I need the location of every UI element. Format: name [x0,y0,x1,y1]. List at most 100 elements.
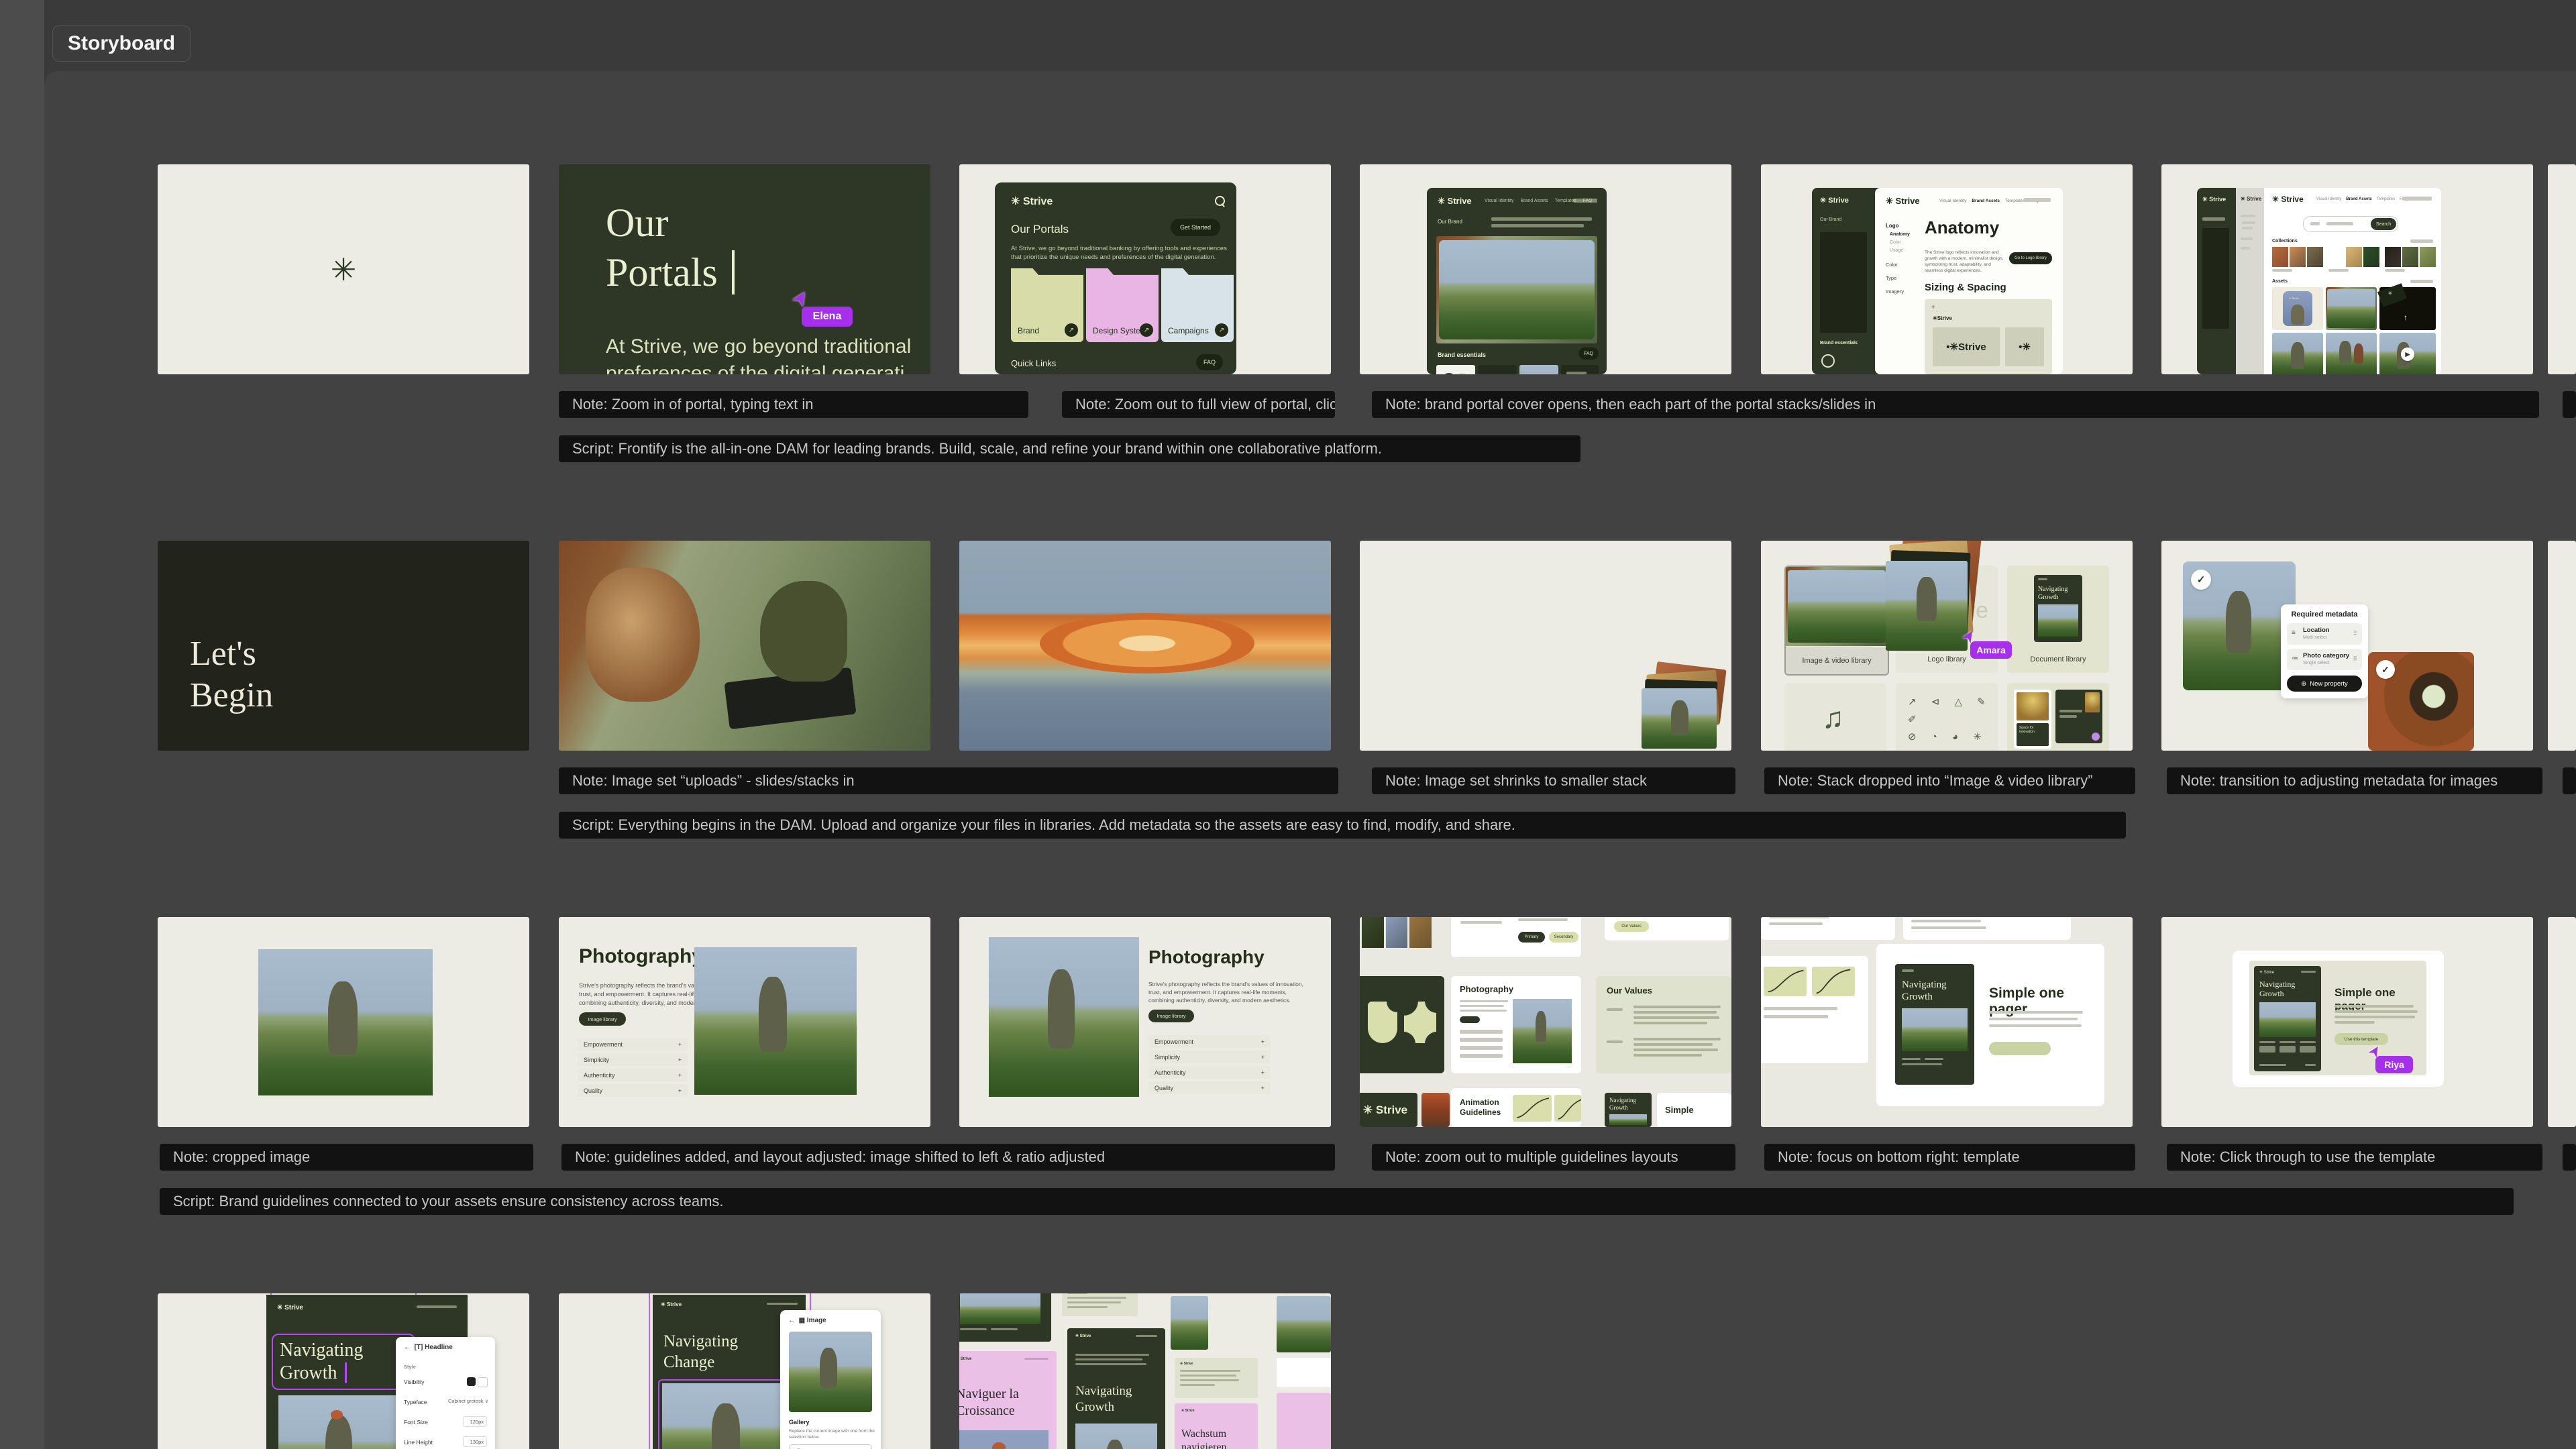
frame-r3-cropped-image[interactable] [158,917,529,1127]
animation-card: AnimationGuidelines [1451,1088,1581,1127]
circle-outline [1442,373,1456,374]
frame-sliver[interactable] [2548,164,2576,374]
note-bar-sliver[interactable] [2563,1144,2576,1171]
note-bar-sliver[interactable] [2563,767,2576,794]
accordion-quality: Quality+ [1148,1081,1271,1094]
note-bar[interactable]: Note: Image set “uploads” - slides/stack… [559,767,1338,794]
accordion-quality: Quality+ [578,1084,688,1097]
note-bar[interactable]: Note: Image set shrinks to smaller stack [1372,767,1735,794]
frame-r1-brand-cover[interactable]: ✳ Strive Visual IdentityBrand AssetsTemp… [1360,164,1731,374]
note-bar[interactable]: Note: transition to adjusting metadata f… [2167,767,2542,794]
section-label: Our Brand [1438,219,1462,225]
note-bar-sliver[interactable] [2563,391,2576,418]
curve-tile [1554,1095,1581,1122]
frame-r2-photo-grapefruit[interactable] [959,541,1331,751]
frame-r2-lets-begin[interactable]: Let's Begin [158,541,529,751]
library-card-image-video: Image & video library [1784,566,1889,676]
poster-title: Wachstumnavigieren [1181,1428,1227,1449]
frame-r2-small-stack[interactable] [1360,541,1731,751]
person-shape [760,581,847,682]
frame-r3-template-focus[interactable]: NavigatingGrowth Simple one pager [1761,917,2133,1127]
frame-r2-metadata[interactable]: ✓ Required metadata ≡ Location Multi-sel… [2161,541,2533,751]
note-bar[interactable]: Note: Stack dropped into “Image & video … [1764,767,2135,794]
drag-photo-top [1886,561,1968,651]
script-bar[interactable]: Script: Frontify is the all-in-one DAM f… [559,435,1580,462]
frame-r4-image-edit[interactable]: ✳ Strive NavigatingChange ← ▦ Image Gall… [559,1293,930,1449]
frame-r3-template-click[interactable]: ✳ Strive NavigatingGrowth Simple one pag… [2161,917,2533,1127]
hero-dark [1820,232,1867,333]
use-template-button: Use this template [2334,1033,2388,1045]
frame-r1-cover[interactable]: ✳ [158,164,529,374]
note-bar[interactable]: Note: Zoom out to full view of portal, c… [1062,391,1335,418]
card-sliver [1277,1358,1331,1387]
essentials-heading: Brand essentials [1820,341,1858,345]
note-bar[interactable]: Note: Click through to use the template [2167,1144,2542,1171]
icon-grid: ↗ ⊲ △ ✎ ✐⊘ ◔ ◕ ✳ ▯▣ ∷ ◦ ⁙ ◠ [1908,694,1998,751]
folder-campaigns: Campaigns ↗ [1161,268,1234,342]
script-bar[interactable]: Script: Everything begins in the DAM. Up… [559,812,2126,839]
music-note-icon: ♫ [1822,702,1844,735]
frame-r3-photography-b[interactable]: Photography Strive's photography reflect… [959,917,1331,1127]
account-skeleton [1573,199,1597,203]
mini-logo: ✳Strive [1933,315,1952,321]
strive-logo: ✳ Strive [1886,196,1920,207]
intro-line [1491,224,1584,227]
library-card-templates: Space for innovation Template library [2007,683,2109,751]
frame-sliver[interactable] [2548,541,2576,751]
mini-pill [1460,1016,1480,1023]
doc-title: Navigating Growth [280,1339,363,1385]
note-bar[interactable]: Note: cropped image [160,1144,533,1171]
portal-title: Our Portals [606,198,735,297]
frame-r4-localized[interactable]: ✳ Strive Naviguer laCroissance ✳ Strive … [959,1293,1331,1449]
stack-photo-top [1642,688,1717,749]
frame-r1-asset-library[interactable]: ✳ Strive ✳ Strive ✳ Strive Visual Identi… [2161,164,2533,374]
frame-r2-libraries[interactable]: Image & video library ve Logo library Na… [1761,541,2133,751]
frame-r1-anatomy[interactable]: ✳ Strive Our Brand Brand essentials ✳ St… [1761,164,2133,374]
panel-header: ← [T] Headline [404,1344,453,1351]
frame-r3-layouts-grid[interactable]: Primary Secondary Our Values Photography [1360,917,1731,1127]
note-bar[interactable]: Note: guidelines added, and layout adjus… [561,1144,1335,1171]
portal-paragraph: At Strive, we go beyond traditional bank… [1011,244,1227,262]
collection-strip [2272,247,2323,267]
new-property-button: ⊕New property [2287,676,2362,692]
frame-r1-portal-full[interactable]: ✳ Strive Our Portals Get Started At Stri… [959,164,1331,374]
strive-logo: ✳ Strive [1438,196,1472,207]
frame-r2-photo-couch[interactable] [559,541,930,751]
storyboard-tab[interactable]: Storyboard [52,25,191,62]
poster-title: Naviguer laCroissance [959,1386,1019,1419]
strive-logo: ✳ Strive [1820,196,1849,205]
note-bar[interactable]: Note: zoom out to multiple guidelines la… [1372,1144,1735,1171]
frame-r4-headline-edit[interactable]: ✳ Strive Navigating Growth ← [T] Headlin… [158,1293,529,1449]
field-font-size: Font Size [404,1419,428,1426]
search-bar: Search [2303,216,2398,232]
asset-library-page: ✳ Strive Visual IdentityBrand AssetsTemp… [2264,188,2441,374]
panel-title: Required metadata [2281,610,2368,619]
photography-heading: Photography [1148,947,1265,968]
portal-heading: Our Portals [1011,223,1069,236]
template-modal: ✳ Strive NavigatingGrowth Simple one pag… [2233,951,2444,1087]
phone-card: ✳ Strive [2283,291,2312,326]
note-bar[interactable]: Note: focus on bottom right: template [1764,1144,2135,1171]
gallery-label: Gallery [789,1419,810,1426]
frame-r3-photography-a[interactable]: Photography Strive's photography reflect… [559,917,930,1127]
essential-tile-logo [1436,365,1475,374]
script-bar[interactable]: Script: Brand guidelines connected to yo… [160,1188,2514,1215]
text-caret [722,250,735,294]
section-label: Our Brand [1820,217,1841,222]
primary-pill: Primary [1518,932,1545,943]
doc-title: NavigatingChange [663,1331,738,1373]
strive-mark-icon: ✳ [331,252,357,288]
frame-r1-portals-typing[interactable]: Our Portals ➤ Elena At Strive, we go bey… [559,164,930,374]
card-partial [1903,917,2071,940]
note-bar[interactable]: Note: brand portal cover opens, then eac… [1372,391,2539,418]
note-bar[interactable]: Note: Zoom in of portal, typing text in [559,391,1028,418]
avatar-dot [2092,733,2100,741]
selected-photo-food: ✓ [2368,652,2474,751]
plus-icon: + [678,1057,682,1063]
field-visibility: Visibility [404,1379,425,1385]
glyph-shape [1368,1002,1397,1043]
accordion-authenticity: Authenticity+ [578,1069,688,1081]
sidebar-color: Color [1890,240,1901,245]
frame-sliver[interactable] [2548,917,2576,1127]
folder-brand: Brand ↗ [1011,268,1083,342]
